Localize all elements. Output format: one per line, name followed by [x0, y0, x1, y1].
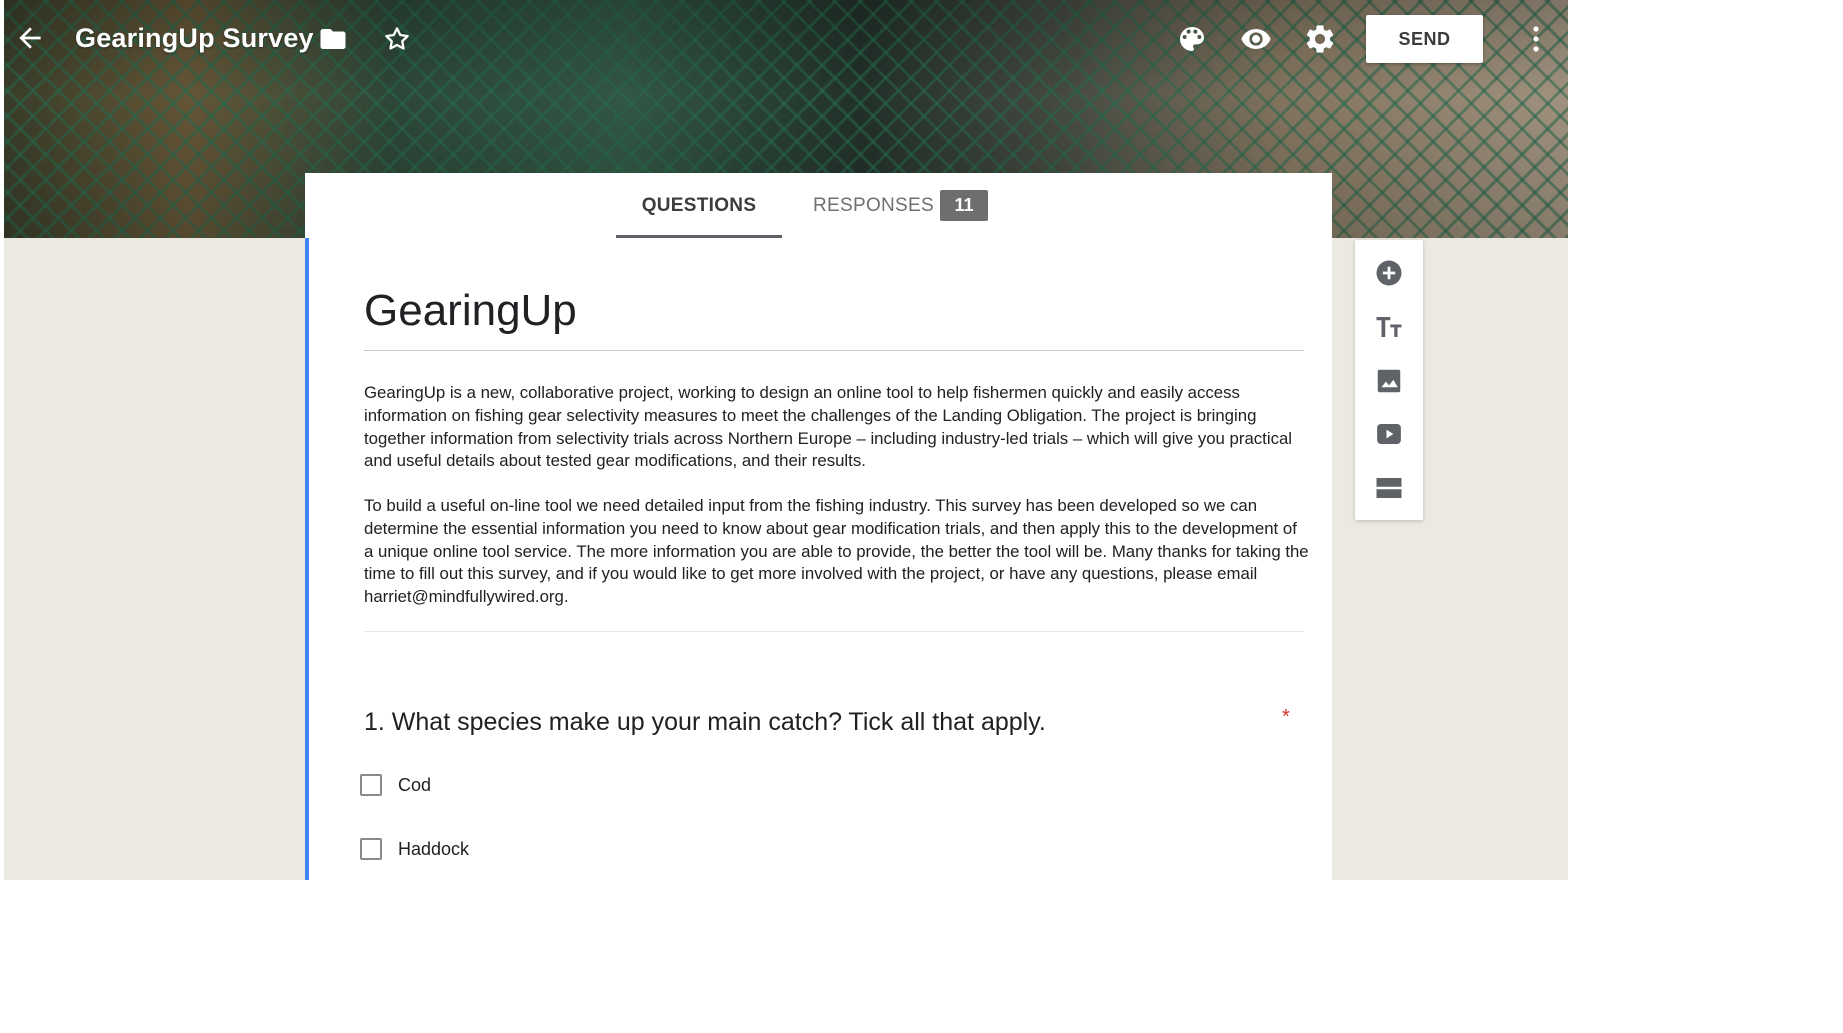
form-card: GearingUp GearingUp is a new, collaborat… — [305, 238, 1332, 880]
responses-count-badge: 11 — [940, 190, 988, 221]
title-divider — [364, 350, 1304, 351]
eye-icon[interactable] — [1239, 23, 1273, 55]
tab-questions[interactable]: QUESTIONS — [616, 173, 782, 238]
add-video-icon[interactable] — [1374, 419, 1404, 449]
palette-icon[interactable] — [1176, 23, 1208, 55]
more-vert-icon[interactable] — [1524, 22, 1548, 56]
add-section-icon[interactable] — [1374, 473, 1404, 503]
app-title: GearingUp Survey — [75, 23, 314, 53]
folder-icon[interactable] — [318, 24, 348, 54]
send-button[interactable]: SEND — [1366, 15, 1483, 63]
add-title-icon[interactable] — [1374, 312, 1404, 342]
option-haddock[interactable]: Haddock — [360, 835, 469, 863]
form-description-paragraph-2[interactable]: To build a useful on-line tool we need d… — [364, 495, 1309, 609]
checkbox-cod[interactable] — [360, 774, 382, 796]
side-toolbar — [1355, 240, 1423, 520]
app-stage: GearingUp Survey SEND QUESTIONS RESPONSE… — [0, 0, 1568, 880]
required-marker: * — [1282, 706, 1290, 728]
left-edge-strip — [0, 0, 4, 880]
form-title[interactable]: GearingUp — [364, 286, 577, 336]
option-label-cod: Cod — [398, 774, 432, 795]
star-icon[interactable] — [382, 24, 412, 54]
section-divider — [364, 631, 1304, 632]
tabs-bar: QUESTIONS RESPONSES 11 — [305, 173, 1332, 239]
add-question-icon[interactable] — [1374, 258, 1404, 288]
back-arrow-icon[interactable] — [14, 22, 46, 54]
question-1-title[interactable]: 1. What species make up your main catch?… — [364, 708, 1046, 737]
checkbox-haddock[interactable] — [360, 838, 382, 860]
form-description-paragraph-1[interactable]: GearingUp is a new, collaborative projec… — [364, 382, 1309, 473]
tab-responses-label: RESPONSES — [813, 194, 934, 216]
option-cod[interactable]: Cod — [360, 771, 431, 799]
add-image-icon[interactable] — [1374, 366, 1404, 396]
gear-icon[interactable] — [1303, 22, 1337, 56]
option-label-haddock: Haddock — [398, 838, 470, 859]
tab-questions-label: QUESTIONS — [641, 194, 757, 216]
